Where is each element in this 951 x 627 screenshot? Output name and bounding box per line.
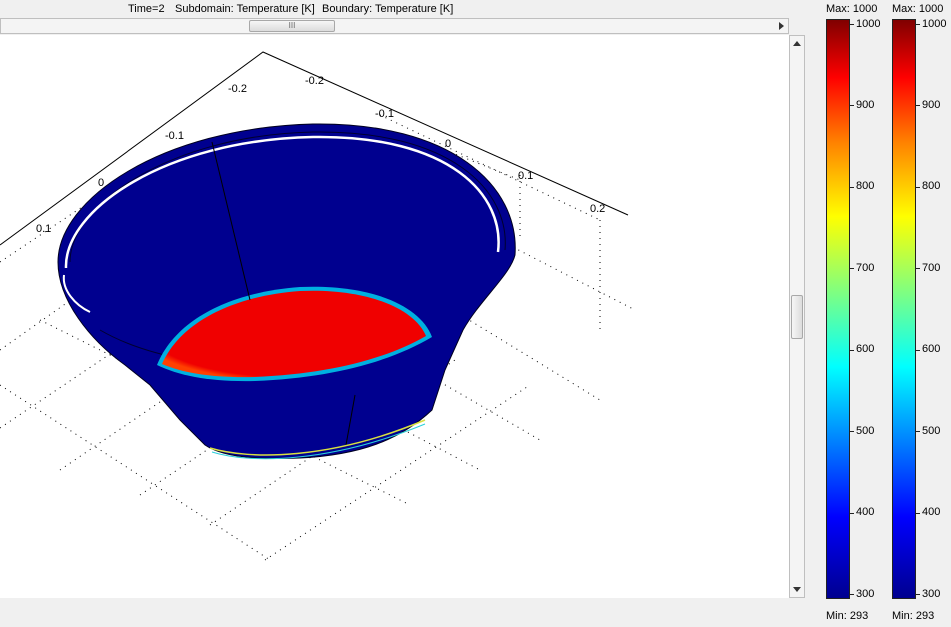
x-tick-label: 0: [445, 138, 451, 150]
plot-viewport[interactable]: -0.2 -0.1 0 0.1 0.2 -0.2 -0.1 0 0.1: [0, 35, 789, 598]
legend-min-label: Min: 293: [892, 610, 935, 622]
scroll-up-arrow-icon[interactable]: [793, 41, 801, 46]
x-tick-label: 0.1: [518, 170, 533, 182]
legend-tick-label: 300: [856, 588, 875, 600]
legend-tick-label: 900: [922, 99, 941, 111]
horizontal-scroll-thumb[interactable]: III: [249, 20, 335, 32]
time-label: Time=2: [128, 3, 165, 15]
x-tick-label: -0.1: [375, 108, 394, 120]
bowl-surface: [57, 123, 516, 460]
y-tick-label: 0: [98, 177, 104, 189]
legend-tick-label: 500: [856, 425, 875, 437]
legend-max-label: Max: 1000: [826, 3, 878, 15]
colorbar: [892, 19, 916, 599]
vertical-scrollbar[interactable]: [789, 35, 805, 598]
subdomain-label: Subdomain: Temperature [K]: [175, 3, 315, 15]
colorbar-legend-subdomain: Max: 1000 1000 900 800 700 600 500 400 3…: [826, 0, 886, 627]
scroll-right-arrow-icon[interactable]: [779, 22, 784, 30]
legend-tick-label: 1000: [856, 18, 881, 30]
colorbar-legend-boundary: Max: 1000 1000 900 800 700 600 500 400 3…: [892, 0, 951, 627]
legend-tick-label: 400: [856, 506, 875, 518]
x-tick-label: 0.2: [590, 203, 605, 215]
y-tick-label: 0.1: [36, 223, 51, 235]
vertical-scroll-thumb[interactable]: [791, 295, 803, 339]
colorbar: [826, 19, 850, 599]
legend-tick-label: 500: [922, 425, 941, 437]
legend-tick-label: 900: [856, 99, 875, 111]
legend-tick-label: 700: [922, 262, 941, 274]
legend-tick-label: 1000: [922, 18, 947, 30]
y-tick-label: -0.1: [165, 130, 184, 142]
x-tick-label: -0.2: [305, 75, 324, 87]
boundary-label: Boundary: Temperature [K]: [322, 3, 454, 15]
legend-tick-label: 700: [856, 262, 875, 274]
legend-tick-label: 400: [922, 506, 941, 518]
legend-max-label: Max: 1000: [892, 3, 944, 15]
y-tick-label: -0.2: [228, 83, 247, 95]
legend-tick-label: 600: [856, 343, 875, 355]
legend-tick-label: 800: [856, 180, 875, 192]
legend-tick-label: 300: [922, 588, 941, 600]
plot-title-bar: Time=2 Subdomain: Temperature [K] Bounda…: [0, 0, 805, 18]
legend-min-label: Min: 293: [826, 610, 869, 622]
horizontal-scrollbar[interactable]: III: [0, 18, 789, 34]
scroll-down-arrow-icon[interactable]: [793, 587, 801, 592]
legend-tick-label: 600: [922, 343, 941, 355]
temperature-plot-3d[interactable]: -0.2 -0.1 0 0.1 0.2 -0.2 -0.1 0 0.1: [0, 35, 789, 598]
legend-tick-label: 800: [922, 180, 941, 192]
